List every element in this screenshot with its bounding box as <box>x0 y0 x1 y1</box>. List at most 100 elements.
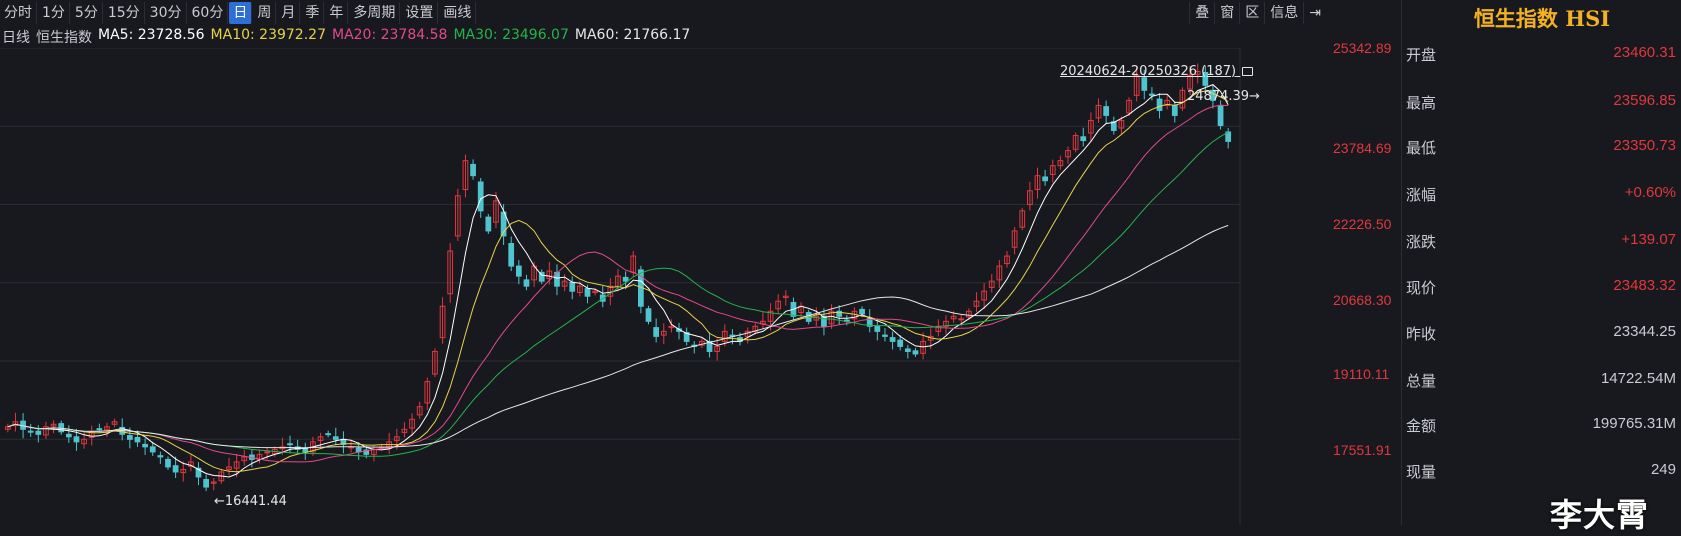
candle-body <box>904 348 911 352</box>
period-tab[interactable]: 画线 <box>439 1 477 24</box>
chart-area[interactable]: 分时 1分 5分 15分 30分 60分日周月季年多周期 设置 画线 叠窗区信息 ⇥ 日线 恒生… <box>0 0 1391 525</box>
candle-body <box>157 455 164 458</box>
lock-icon <box>1242 67 1254 76</box>
ma20-value: MA20: 23784.58 <box>331 27 448 43</box>
toolbar-right-button[interactable]: 窗 <box>1214 2 1239 24</box>
period-tab[interactable]: 15分 <box>104 1 145 24</box>
candle-body <box>523 279 530 287</box>
candle-body <box>958 318 965 321</box>
period-tab[interactable]: 季 <box>301 1 325 24</box>
y-axis-label: 23784.69 <box>1333 140 1392 156</box>
quote-value: +139.07 <box>1621 231 1676 248</box>
candle-body <box>508 242 515 267</box>
candle-body <box>165 458 171 468</box>
candle-body <box>172 465 179 473</box>
candle-body <box>142 443 148 448</box>
quote-value: 23350.73 <box>1613 137 1676 154</box>
period-tab[interactable]: 多周期 <box>349 1 401 24</box>
period-tab[interactable]: 月 <box>277 1 301 24</box>
period-tab[interactable]: 年 <box>325 1 349 24</box>
period-tab[interactable]: 设置 <box>401 1 439 24</box>
toolbar-right-button[interactable]: 叠 <box>1189 2 1214 24</box>
low-text: 16441.44 <box>224 494 287 509</box>
quote-row: 涨幅 +0.60% <box>1406 184 1676 208</box>
quote-row: 昨收 23344.25 <box>1406 323 1676 347</box>
period-tab[interactable]: 5分 <box>71 1 103 24</box>
candle-body <box>821 315 827 327</box>
candle-body <box>912 350 919 355</box>
candle-body <box>65 433 72 438</box>
quote-label: 最低 <box>1406 139 1437 157</box>
ma-legend: 日线 恒生指数 MA5: 23728.56 MA10: 23972.27 MA2… <box>2 27 696 47</box>
ma-prefix: 日线 <box>2 30 30 46</box>
candle-body <box>1080 136 1087 142</box>
candle-body <box>470 163 476 177</box>
quote-value: 249 <box>1650 461 1676 478</box>
arrow-left-icon: ← <box>214 494 225 509</box>
period-tab[interactable]: 日 <box>229 1 253 24</box>
quote-row: 总量 14722.54M <box>1406 370 1676 394</box>
candle-body <box>73 436 80 443</box>
period-tab[interactable]: 分时 <box>0 1 37 24</box>
quote-value: 23344.25 <box>1613 323 1676 340</box>
quote-row: 开盘 23460.31 <box>1406 44 1676 68</box>
watermark-text: 李大霄 <box>1550 496 1650 534</box>
quote-value: 14722.54M <box>1600 370 1676 387</box>
quote-row: 涨跌 +139.07 <box>1406 231 1676 255</box>
toolbar-right-button[interactable]: 信息 <box>1264 2 1303 24</box>
quote-value: 23483.32 <box>1613 277 1676 294</box>
period-tab[interactable]: 周 <box>253 1 277 24</box>
panel-title: 恒生指数 HSI <box>1473 6 1611 31</box>
period-tab[interactable]: 1分 <box>38 1 70 24</box>
quote-row: 现价 23483.32 <box>1406 277 1676 301</box>
y-axis-label: 25342.89 <box>1333 40 1392 56</box>
candle-body <box>35 430 42 435</box>
candle-body <box>1141 77 1148 91</box>
candle-body <box>126 435 133 440</box>
ma60-value: MA60: 21766.17 <box>574 27 691 43</box>
arrow-right-icon: → <box>1249 89 1260 104</box>
toolbar-right-button[interactable]: 区 <box>1239 2 1264 24</box>
candle-body <box>645 308 652 322</box>
candle-body <box>27 430 34 433</box>
candle-body <box>889 337 896 342</box>
candle-body <box>1149 93 1155 96</box>
toolbar-right-button[interactable]: ⇥ <box>1303 2 1326 24</box>
quote-label: 现价 <box>1406 279 1437 297</box>
ma5-value: MA5: 23728.56 <box>98 27 205 43</box>
quote-row: 最低 23350.73 <box>1406 137 1676 161</box>
quote-label: 现量 <box>1406 463 1437 481</box>
candle-body <box>1217 104 1224 126</box>
low-annotation: ←16441.44 <box>214 494 287 509</box>
candle-body <box>203 479 209 488</box>
candle-body <box>134 436 141 443</box>
y-axis-label: 22226.50 <box>1333 216 1392 232</box>
candle-body <box>874 325 881 332</box>
quote-label: 昨收 <box>1406 325 1437 343</box>
high-annotation: 24874.39→ <box>1187 89 1260 104</box>
candlestick-chart[interactable] <box>0 48 1330 525</box>
candle-body <box>622 276 629 282</box>
toolbar-right: 叠窗区信息 ⇥ <box>1189 2 1326 24</box>
candle-body <box>302 448 309 453</box>
candle-body <box>897 339 904 347</box>
candle-body <box>569 281 576 292</box>
quote-value: 23460.31 <box>1613 44 1676 61</box>
ma60-line <box>7 224 1229 449</box>
range-text: 20240624-20250326 (187) <box>1060 64 1237 79</box>
quote-row: 金额 199765.31M <box>1406 415 1676 439</box>
candle-body <box>1103 106 1110 116</box>
candle-body <box>485 216 492 232</box>
quote-row: 最高 23596.85 <box>1406 92 1676 116</box>
y-axis-label: 19110.11 <box>1333 366 1390 382</box>
y-axis-label: 20668.30 <box>1333 292 1392 308</box>
quote-value: 199765.31M <box>1592 415 1676 432</box>
quote-label: 金额 <box>1406 417 1437 435</box>
candle-body <box>477 181 484 212</box>
period-tab[interactable]: 60分 <box>188 1 229 24</box>
candle-body <box>287 443 293 446</box>
period-tab[interactable]: 30分 <box>146 1 187 24</box>
candle-body <box>882 334 888 337</box>
range-annotation[interactable]: 20240624-20250326 (187) <box>1060 64 1254 79</box>
quote-label: 最高 <box>1406 94 1437 112</box>
